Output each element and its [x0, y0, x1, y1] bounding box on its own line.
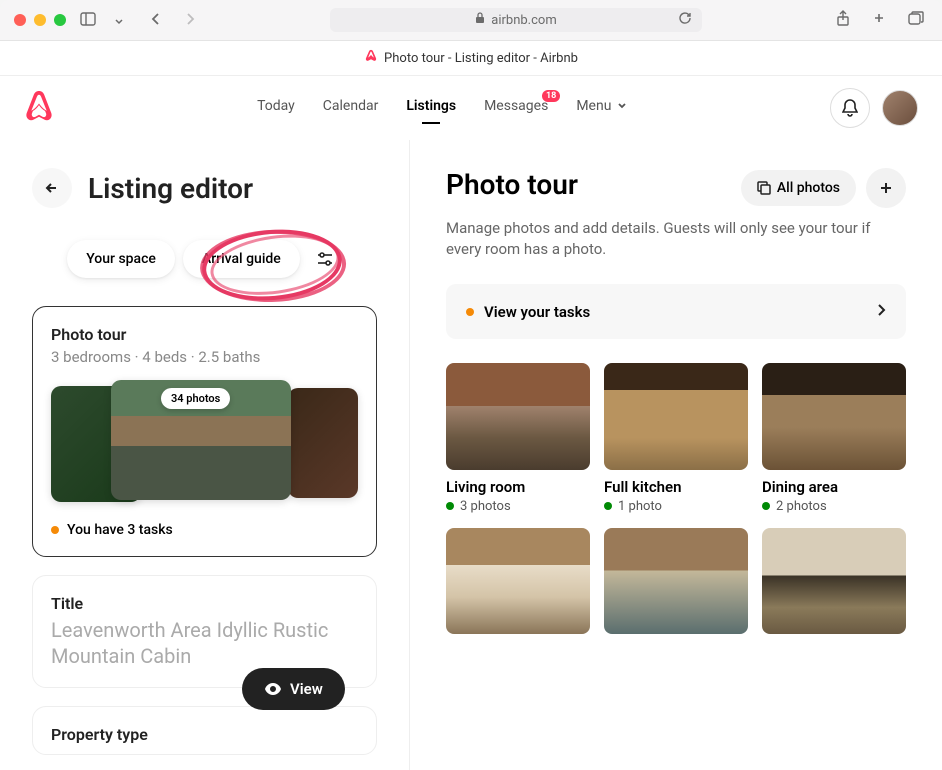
- minimize-window-button[interactable]: [34, 14, 46, 26]
- section-description: Manage photos and add details. Guests wi…: [446, 218, 886, 260]
- card-label: Title: [51, 594, 358, 613]
- card-title: Photo tour: [51, 325, 358, 344]
- photo-grid: Living room 3 photos Full kitchen 1 photo Di…: [446, 363, 906, 642]
- left-panel: Listing editor Your space Arrival guide …: [0, 140, 410, 770]
- room-card[interactable]: Dining area 2 photos: [762, 363, 906, 514]
- browser-chrome: airbnb.com: [0, 0, 942, 41]
- room-thumbnail: [762, 363, 906, 470]
- url-text: airbnb.com: [491, 13, 556, 28]
- status-dot-icon: [762, 502, 770, 510]
- view-tasks-bar[interactable]: View your tasks: [446, 284, 906, 339]
- browser-back-button[interactable]: [146, 9, 166, 32]
- status-dot-icon: [446, 502, 454, 510]
- card-label: Property type: [51, 725, 358, 744]
- room-thumbnail: [604, 363, 748, 470]
- right-panel: Photo tour All photos Manage photos and …: [410, 140, 942, 770]
- room-card[interactable]: Living room 3 photos: [446, 363, 590, 514]
- main-nav: Today Calendar Listings Messages 18 Menu: [257, 98, 627, 118]
- add-photo-button[interactable]: [866, 168, 906, 208]
- airbnb-favicon: [364, 49, 378, 67]
- photo-tour-card[interactable]: Photo tour 3 bedrooms · 4 beds · 2.5 bat…: [32, 306, 377, 557]
- photo-stack: 34 photos: [51, 378, 358, 508]
- room-card[interactable]: [762, 528, 906, 643]
- status-dot-icon: [466, 308, 474, 316]
- tab-your-space[interactable]: Your space: [67, 240, 175, 278]
- room-thumbnail: [446, 528, 590, 635]
- tabs-overview-icon[interactable]: [904, 8, 928, 32]
- tasks-text: You have 3 tasks: [67, 522, 173, 538]
- eye-icon: [264, 682, 282, 696]
- sidebar-toggle-icon[interactable]: [76, 9, 100, 32]
- card-subtitle: 3 bedrooms · 4 beds · 2.5 baths: [51, 348, 358, 366]
- tab-title: Photo tour - Listing editor - Airbnb: [384, 51, 578, 66]
- room-card[interactable]: [604, 528, 748, 643]
- property-type-card[interactable]: Property type: [32, 706, 377, 755]
- share-icon[interactable]: [832, 8, 854, 32]
- room-name: Dining area: [762, 478, 906, 496]
- chevron-down-icon: [617, 98, 627, 114]
- listing-title-value: Leavenworth Area Idyllic Rustic Mountain…: [51, 617, 358, 669]
- room-photo-count: 1 photo: [604, 499, 748, 514]
- browser-forward-button[interactable]: [180, 9, 200, 32]
- room-card[interactable]: Full kitchen 1 photo: [604, 363, 748, 514]
- room-photo-count: 2 photos: [762, 499, 906, 514]
- room-thumbnail: [604, 528, 748, 635]
- plus-icon: [878, 180, 894, 196]
- lock-icon: [475, 12, 485, 28]
- room-thumbnail: [446, 363, 590, 470]
- chevron-down-icon[interactable]: [110, 9, 128, 32]
- maximize-window-button[interactable]: [54, 14, 66, 26]
- nav-calendar[interactable]: Calendar: [323, 98, 379, 118]
- tab-title-bar: Photo tour - Listing editor - Airbnb: [0, 41, 942, 76]
- refresh-icon[interactable]: [678, 11, 692, 29]
- status-dot-icon: [51, 526, 59, 534]
- room-name: Living room: [446, 478, 590, 496]
- status-dot-icon: [604, 502, 612, 510]
- app-header: Today Calendar Listings Messages 18 Menu: [0, 76, 942, 140]
- tab-arrival-guide[interactable]: Arrival guide: [183, 240, 300, 278]
- user-avatar[interactable]: [882, 90, 918, 126]
- filter-button[interactable]: [308, 242, 342, 276]
- all-photos-button[interactable]: All photos: [741, 170, 856, 206]
- back-button[interactable]: [32, 168, 72, 208]
- copy-icon: [757, 181, 771, 195]
- stack-photo: [288, 388, 358, 498]
- nav-listings[interactable]: Listings: [406, 98, 456, 118]
- section-title: Photo tour: [446, 168, 578, 201]
- photo-count-chip: 34 photos: [161, 388, 230, 409]
- messages-badge: 18: [542, 90, 560, 102]
- chevron-right-icon: [876, 302, 886, 321]
- room-photo-count: 3 photos: [446, 499, 590, 514]
- close-window-button[interactable]: [14, 14, 26, 26]
- traffic-lights: [14, 14, 66, 26]
- page-title: Listing editor: [88, 172, 253, 205]
- room-name: Full kitchen: [604, 478, 748, 496]
- view-button[interactable]: View: [242, 668, 345, 710]
- editor-tabs: Your space Arrival guide: [32, 240, 377, 278]
- new-tab-icon[interactable]: [868, 8, 890, 32]
- room-thumbnail: [762, 528, 906, 635]
- notifications-button[interactable]: [830, 88, 870, 128]
- url-bar[interactable]: airbnb.com: [330, 8, 702, 32]
- airbnb-logo[interactable]: [24, 90, 54, 126]
- nav-menu[interactable]: Menu: [576, 98, 627, 118]
- room-card[interactable]: [446, 528, 590, 643]
- nav-today[interactable]: Today: [257, 98, 295, 118]
- nav-messages[interactable]: Messages 18: [484, 98, 548, 118]
